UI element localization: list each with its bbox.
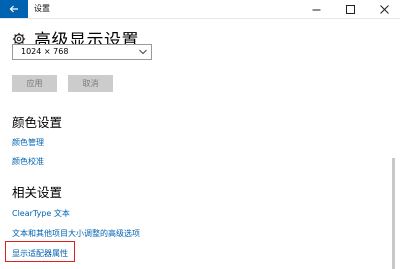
minimize-button[interactable] [302, 0, 330, 18]
title-bar: 设置 [0, 0, 400, 19]
color-settings-heading: 颜色设置 [12, 115, 63, 130]
highlight-annotation [5, 241, 75, 262]
back-button[interactable] [0, 0, 28, 18]
scrollbar[interactable] [392, 158, 395, 269]
minimize-icon [312, 9, 320, 10]
cancel-button[interactable]: 取消 [68, 75, 113, 92]
arrow-left-icon [9, 5, 18, 13]
cleartype-link[interactable]: ClearType 文本 [12, 208, 70, 219]
close-icon [379, 4, 389, 14]
close-button[interactable] [370, 0, 398, 18]
advanced-sizing-link[interactable]: 文本和其他项目大小调整的高级选项 [12, 228, 140, 239]
apply-button[interactable]: 应用 [12, 75, 57, 92]
maximize-button[interactable] [336, 0, 364, 18]
related-settings-heading: 相关设置 [12, 185, 63, 200]
chevron-down-icon [139, 49, 147, 55]
color-calibration-link[interactable]: 颜色校准 [12, 156, 44, 167]
maximize-icon [345, 4, 355, 14]
resolution-dropdown[interactable]: 1024 × 768 [12, 44, 152, 60]
color-management-link[interactable]: 颜色管理 [12, 137, 44, 148]
window-title: 设置 [34, 4, 50, 13]
resolution-value: 1024 × 768 [21, 47, 69, 56]
